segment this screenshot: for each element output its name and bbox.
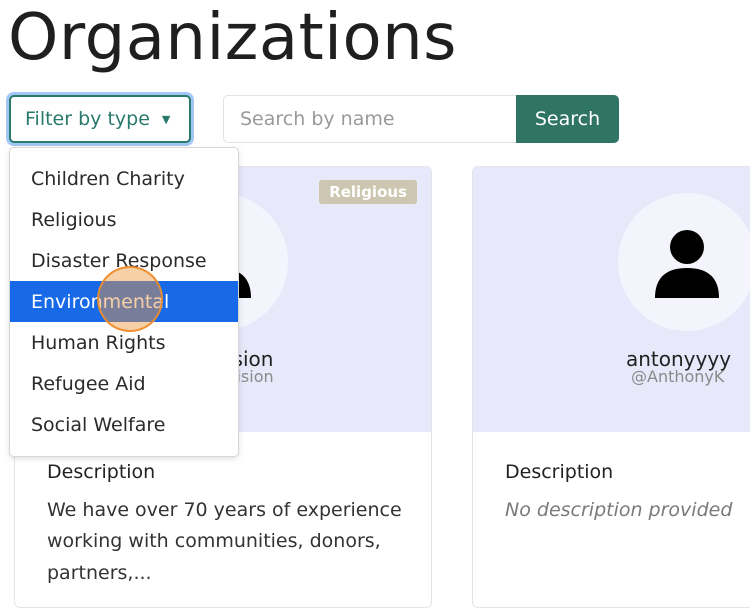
dropdown-item-environmental[interactable]: Environmental bbox=[10, 281, 238, 322]
user-icon bbox=[655, 230, 719, 298]
dropdown-item-disaster-response[interactable]: Disaster Response bbox=[10, 240, 238, 281]
card-header: antonyyyy @AnthonyK bbox=[473, 167, 750, 432]
dropdown-item-children-charity[interactable]: Children Charity bbox=[10, 158, 238, 199]
type-badge: Religious bbox=[319, 180, 417, 204]
organization-card[interactable]: antonyyyy @AnthonyK Description No descr… bbox=[472, 166, 750, 608]
dropdown-item-religious[interactable]: Religious bbox=[10, 199, 238, 240]
caret-down-icon: ▼ bbox=[161, 112, 171, 126]
org-handle: @AnthonyK bbox=[631, 367, 725, 386]
filter-label: Filter by type bbox=[25, 108, 150, 130]
avatar bbox=[618, 193, 750, 331]
description-text: We have over 70 years of experience work… bbox=[47, 499, 402, 584]
page-title: Organizations bbox=[8, 1, 457, 75]
dropdown-item-social-welfare[interactable]: Social Welfare bbox=[10, 404, 238, 445]
description-label: Description bbox=[505, 461, 614, 483]
dropdown-item-refugee-aid[interactable]: Refugee Aid bbox=[10, 363, 238, 404]
search-input[interactable]: Search by name bbox=[223, 95, 517, 143]
search-placeholder: Search by name bbox=[240, 108, 395, 130]
filter-dropdown-menu: Children Charity Religious Disaster Resp… bbox=[9, 147, 239, 457]
description-text: No description provided bbox=[505, 499, 733, 521]
filter-by-type-button[interactable]: Filter by type ▼ bbox=[9, 95, 191, 143]
description-label: Description bbox=[47, 461, 156, 483]
search-button[interactable]: Search bbox=[516, 95, 619, 143]
dropdown-item-human-rights[interactable]: Human Rights bbox=[10, 322, 238, 363]
